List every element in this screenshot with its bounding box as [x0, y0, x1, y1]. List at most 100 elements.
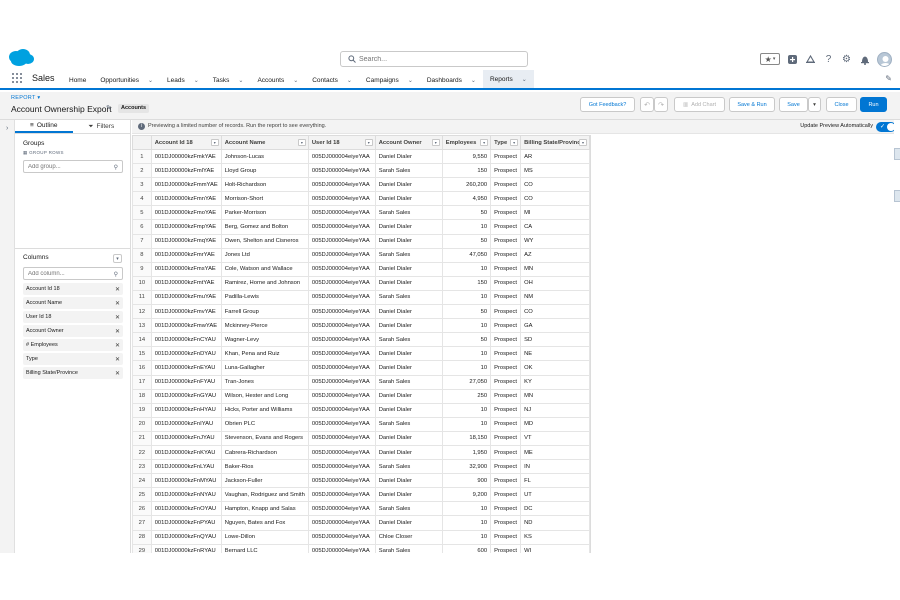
table-cell[interactable]: 005DJ000004eiyeYAA: [307, 501, 376, 517]
table-cell[interactable]: 001DJ00000kzFnDYAU: [150, 346, 222, 362]
table-cell[interactable]: Prospect: [490, 459, 522, 475]
table-cell[interactable]: 001DJ00000kzFnKYAU: [150, 444, 222, 461]
table-cell[interactable]: Prospect: [490, 515, 522, 531]
table-cell[interactable]: Sarah Sales: [374, 163, 443, 179]
table-cell[interactable]: 250: [441, 388, 492, 404]
table-cell[interactable]: 005DJ000004eiyeYAA: [307, 444, 376, 461]
table-cell[interactable]: 005DJ000004eiyeYAA: [307, 416, 376, 432]
auto-update-toggle[interactable]: ✓: [876, 122, 896, 132]
table-cell[interactable]: 50: [441, 332, 492, 348]
table-cell[interactable]: Stevenson, Evans and Rogers: [220, 430, 309, 446]
table-cell[interactable]: WI: [520, 543, 590, 553]
chevron-down-icon[interactable]: ⌄: [293, 77, 298, 84]
table-cell[interactable]: 005DJ000004eiyeYAA: [307, 318, 376, 334]
column-item[interactable]: Account Owner ✕: [23, 325, 123, 337]
remove-icon[interactable]: ✕: [115, 286, 120, 293]
table-cell[interactable]: Prospect: [490, 261, 522, 277]
table-cell[interactable]: 005DJ000004eiyeYAA: [307, 247, 376, 263]
table-cell[interactable]: Prospect: [490, 318, 522, 334]
nav-item-opportunities[interactable]: Opportunities ⌄: [93, 70, 160, 90]
add-column-field[interactable]: ⚲: [23, 267, 123, 280]
table-cell[interactable]: Baker-Rios: [220, 459, 309, 475]
nav-item-dashboards[interactable]: Dashboards ⌄: [420, 70, 483, 90]
table-cell[interactable]: 005DJ000004eiyeYAA: [307, 261, 376, 277]
table-cell[interactable]: 10: [441, 360, 492, 376]
table-cell[interactable]: Lowe-Dillon: [220, 529, 309, 545]
table-cell[interactable]: Lloyd Group: [220, 163, 309, 179]
table-cell[interactable]: ND: [520, 515, 590, 531]
table-cell[interactable]: 10: [441, 219, 492, 235]
avatar[interactable]: [877, 51, 892, 67]
table-cell[interactable]: NM: [520, 289, 590, 306]
table-cell[interactable]: 005DJ000004eiyeYAA: [307, 163, 376, 179]
table-cell[interactable]: UT: [520, 487, 590, 503]
add-chart-button[interactable]: ▥ Add Chart: [674, 97, 725, 112]
table-cell[interactable]: Sarah Sales: [374, 459, 443, 475]
table-cell[interactable]: 001DJ00000kzFnJYAU: [150, 430, 222, 446]
table-cell[interactable]: 005DJ000004eiyeYAA: [307, 543, 376, 553]
table-cell[interactable]: MD: [520, 416, 590, 432]
table-cell[interactable]: Daniel Dialer: [374, 388, 443, 404]
table-cell[interactable]: Nguyen, Bates and Fox: [220, 515, 309, 531]
table-cell[interactable]: Prospect: [490, 444, 522, 461]
table-cell[interactable]: Prospect: [490, 233, 522, 249]
table-cell[interactable]: 10: [441, 402, 492, 418]
table-cell[interactable]: 001DJ00000kzFmoYAE: [150, 205, 222, 221]
table-cell[interactable]: Daniel Dialer: [374, 318, 443, 334]
table-cell[interactable]: Cabrera-Richardson: [220, 444, 309, 461]
help-icon[interactable]: ?: [823, 54, 834, 65]
table-cell[interactable]: 50: [441, 205, 492, 221]
table-cell[interactable]: Prospect: [490, 332, 522, 348]
table-cell[interactable]: AR: [520, 148, 590, 165]
favorites-button[interactable]: ★ ▾: [760, 53, 780, 65]
column-item[interactable]: Account Id 18 ✕: [23, 283, 123, 295]
table-cell[interactable]: 005DJ000004eiyeYAA: [307, 304, 376, 320]
edge-tab[interactable]: [894, 190, 900, 202]
table-cell[interactable]: IN: [520, 459, 590, 475]
add-column-input[interactable]: [28, 269, 108, 278]
table-cell[interactable]: Prospect: [490, 543, 522, 553]
table-cell[interactable]: 005DJ000004eiyeYAA: [307, 430, 376, 446]
column-header[interactable]: Billing State/Province ▾: [520, 135, 590, 150]
table-cell[interactable]: Prospect: [490, 529, 522, 545]
table-cell[interactable]: 005DJ000004eiyeYAA: [307, 177, 376, 193]
table-cell[interactable]: Daniel Dialer: [374, 261, 443, 277]
table-cell[interactable]: KS: [520, 529, 590, 545]
table-cell[interactable]: Prospect: [490, 191, 522, 207]
table-cell[interactable]: Sarah Sales: [374, 416, 443, 432]
table-cell[interactable]: Prospect: [490, 247, 522, 263]
nav-item-accounts[interactable]: Accounts ⌄: [250, 70, 305, 90]
run-button[interactable]: Run: [860, 97, 887, 112]
table-cell[interactable]: 9,200: [441, 487, 492, 503]
table-cell[interactable]: Prospect: [490, 416, 522, 432]
chevron-down-icon[interactable]: ▾: [579, 139, 587, 146]
column-item[interactable]: Type ✕: [23, 353, 123, 365]
report-eyebrow[interactable]: REPORT ▾: [11, 95, 40, 101]
table-cell[interactable]: Daniel Dialer: [374, 444, 443, 461]
column-item[interactable]: Billing State/Province ✕: [23, 367, 123, 379]
table-cell[interactable]: Daniel Dialer: [374, 473, 443, 489]
table-cell[interactable]: Johnson-Lucas: [220, 148, 309, 165]
table-cell[interactable]: 001DJ00000kzFmrYAE: [150, 247, 222, 263]
edit-title-pencil-icon[interactable]: ✎: [106, 104, 112, 112]
table-cell[interactable]: NE: [520, 346, 590, 362]
chevron-down-icon[interactable]: ⌄: [238, 77, 243, 84]
setup-gear-icon[interactable]: ⚙: [841, 54, 852, 65]
table-cell[interactable]: 001DJ00000kzFnMYAU: [150, 473, 222, 489]
close-button[interactable]: Close: [826, 97, 857, 112]
table-cell[interactable]: Daniel Dialer: [374, 515, 443, 531]
table-cell[interactable]: 001DJ00000kzFmsYAE: [150, 261, 222, 277]
table-cell[interactable]: 001DJ00000kzFnNYAU: [150, 487, 222, 503]
table-cell[interactable]: 47,050: [441, 247, 492, 263]
table-cell[interactable]: Prospect: [490, 430, 522, 446]
table-cell[interactable]: Prospect: [490, 402, 522, 418]
table-cell[interactable]: Obrien PLC: [220, 416, 309, 432]
table-cell[interactable]: Prospect: [490, 388, 522, 404]
add-icon[interactable]: [787, 54, 798, 65]
table-cell[interactable]: 001DJ00000kzFmlYAE: [150, 163, 222, 179]
save-menu-button[interactable]: ▾: [808, 97, 821, 112]
remove-icon[interactable]: ✕: [115, 314, 120, 321]
table-cell[interactable]: Prospect: [490, 487, 522, 503]
save-button[interactable]: Save: [779, 97, 808, 112]
chevron-down-icon[interactable]: ⌄: [408, 77, 413, 84]
